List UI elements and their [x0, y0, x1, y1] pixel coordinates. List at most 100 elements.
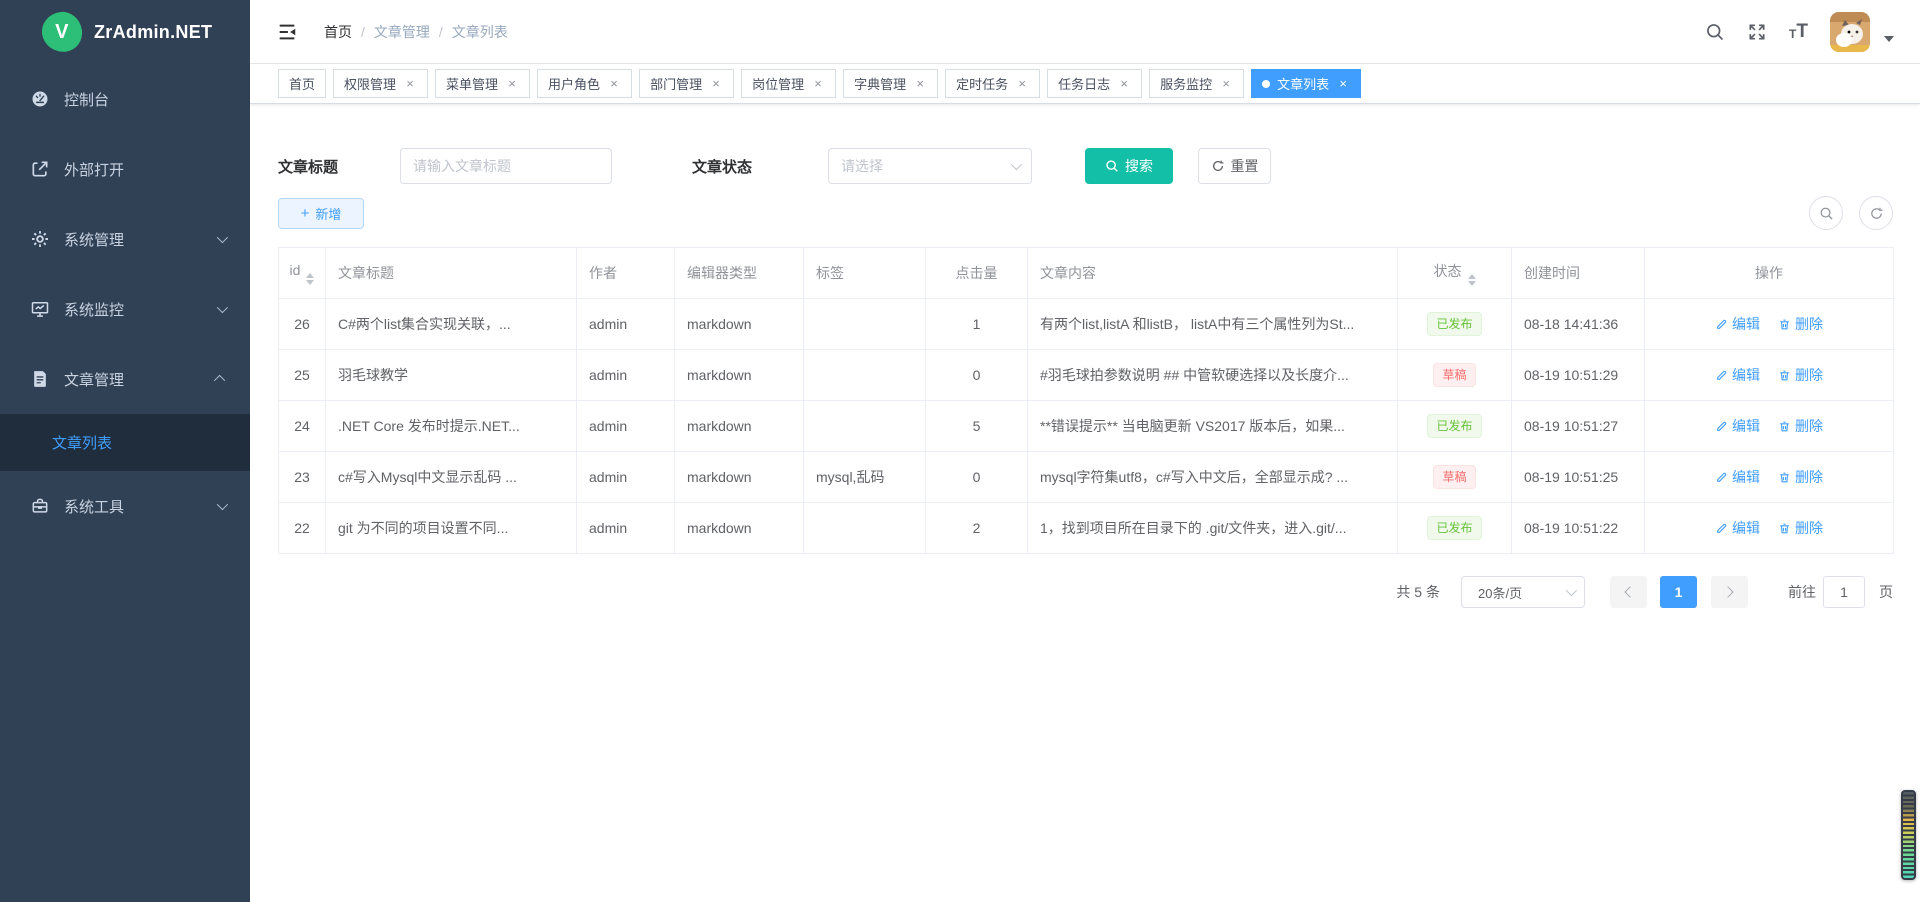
close-icon[interactable] — [403, 77, 417, 91]
cell-author: admin — [577, 350, 675, 401]
cell-editor: markdown — [675, 401, 804, 452]
tab-menu-manage[interactable]: 菜单管理 — [435, 69, 530, 98]
cell-created: 08-19 10:51:29 — [1512, 350, 1645, 401]
edit-button[interactable]: 编辑 — [1715, 365, 1760, 385]
caret-down-icon[interactable] — [1884, 36, 1894, 42]
close-icon[interactable] — [1219, 77, 1233, 91]
sidebar-item-external[interactable]: 外部打开 — [0, 134, 250, 204]
trash-icon — [1778, 522, 1791, 535]
delete-button[interactable]: 删除 — [1778, 314, 1823, 334]
chevron-down-icon — [1566, 585, 1577, 596]
page-size-select[interactable]: 20条/页 — [1461, 576, 1585, 608]
tab-permission[interactable]: 权限管理 — [333, 69, 428, 98]
cell-editor: markdown — [675, 452, 804, 503]
prev-page-button[interactable] — [1610, 576, 1647, 608]
sidebar-item-article-list[interactable]: 文章列表 — [0, 414, 250, 471]
trash-icon — [1778, 369, 1791, 382]
chevron-up-icon — [214, 375, 225, 386]
close-icon[interactable] — [811, 77, 825, 91]
close-icon[interactable] — [1015, 77, 1029, 91]
delete-button[interactable]: 删除 — [1778, 518, 1823, 538]
table-row: 25 羽毛球教学 admin markdown 0 #羽毛球拍参数说明 ## 中… — [279, 350, 1894, 401]
cell-author: admin — [577, 452, 675, 503]
tab-user-role[interactable]: 用户角色 — [537, 69, 632, 98]
tab-department[interactable]: 部门管理 — [639, 69, 734, 98]
sidebar-item-dashboard[interactable]: 控制台 — [0, 64, 250, 134]
sidebar-item-label: 系统工具 — [64, 496, 124, 517]
close-icon[interactable] — [505, 77, 519, 91]
color-level-indicator — [1901, 790, 1916, 880]
tab-article-list[interactable]: 文章列表 — [1251, 69, 1361, 98]
cell-author: admin — [577, 299, 675, 350]
cell-hits: 5 — [926, 401, 1028, 452]
goto-label: 前往 — [1788, 582, 1816, 602]
article-status-select[interactable]: 请选择 — [828, 148, 1032, 184]
cell-title: .NET Core 发布时提示.NET... — [326, 401, 577, 452]
page-unit-label: 页 — [1879, 582, 1893, 602]
search-button[interactable]: 搜索 — [1085, 148, 1173, 184]
add-button[interactable]: + 新增 — [278, 198, 364, 229]
sidebar-item-article-manage[interactable]: 文章管理 — [0, 344, 250, 414]
cell-id: 26 — [279, 299, 326, 350]
edit-button[interactable]: 编辑 — [1715, 518, 1760, 538]
sidebar-fold-icon[interactable] — [276, 21, 298, 43]
chevron-down-icon — [1011, 159, 1022, 170]
tab-post-manage[interactable]: 岗位管理 — [741, 69, 836, 98]
sort-icon[interactable] — [1468, 274, 1476, 286]
cell-content: 1，找到项目所在目录下的 .git/文件夹，进入.git/... — [1028, 503, 1398, 554]
avatar[interactable] — [1830, 12, 1870, 52]
tab-task-log[interactable]: 任务日志 — [1047, 69, 1142, 98]
next-page-button[interactable] — [1711, 576, 1748, 608]
edit-button[interactable]: 编辑 — [1715, 416, 1760, 436]
delete-button[interactable]: 删除 — [1778, 467, 1823, 487]
breadcrumb-home[interactable]: 首页 — [324, 22, 352, 42]
delete-button[interactable]: 删除 — [1778, 365, 1823, 385]
tab-service-monitor[interactable]: 服务监控 — [1149, 69, 1244, 98]
cell-id: 23 — [279, 452, 326, 503]
search-icon — [1105, 159, 1119, 173]
trash-icon — [1778, 420, 1791, 433]
table-row: 24 .NET Core 发布时提示.NET... admin markdown… — [279, 401, 1894, 452]
refresh-button[interactable] — [1859, 196, 1893, 230]
tab-home[interactable]: 首页 — [278, 69, 326, 98]
sidebar-item-system-manage[interactable]: 系统管理 — [0, 204, 250, 274]
close-icon[interactable] — [709, 77, 723, 91]
refresh-icon — [1869, 206, 1884, 221]
sort-icon[interactable] — [306, 273, 314, 285]
column-header-id[interactable]: id — [279, 248, 326, 299]
status-badge: 已发布 — [1427, 312, 1481, 336]
sidebar-item-system-monitor[interactable]: 系统监控 — [0, 274, 250, 344]
delete-button[interactable]: 删除 — [1778, 416, 1823, 436]
chevron-down-icon — [217, 232, 228, 243]
monitor-icon — [30, 299, 50, 319]
column-header-status[interactable]: 状态 — [1398, 248, 1512, 299]
table-toolbar: + 新增 — [278, 196, 1893, 230]
page-number-1[interactable]: 1 — [1660, 576, 1697, 608]
edit-button[interactable]: 编辑 — [1715, 314, 1760, 334]
toggle-search-button[interactable] — [1809, 196, 1843, 230]
navbar: 首页 / 文章管理 / 文章列表 TT — [250, 0, 1920, 64]
goto-page-input[interactable] — [1823, 576, 1865, 608]
tab-scheduled-task[interactable]: 定时任务 — [945, 69, 1040, 98]
sidebar-item-label: 文章管理 — [64, 369, 124, 390]
fullscreen-icon[interactable] — [1747, 22, 1767, 42]
cell-status: 已发布 — [1398, 299, 1512, 350]
pencil-icon — [1715, 369, 1728, 382]
document-icon — [30, 369, 50, 389]
sidebar-item-label: 文章列表 — [52, 432, 112, 453]
breadcrumb-separator: / — [361, 24, 365, 40]
edit-button[interactable]: 编辑 — [1715, 467, 1760, 487]
font-size-icon[interactable]: TT — [1789, 22, 1808, 41]
search-icon[interactable] — [1705, 22, 1725, 42]
tab-dict-manage[interactable]: 字典管理 — [843, 69, 938, 98]
close-icon[interactable] — [913, 77, 927, 91]
brand[interactable]: V ZrAdmin.NET — [0, 0, 250, 64]
close-icon[interactable] — [1117, 77, 1131, 91]
search-icon — [1819, 206, 1834, 221]
sidebar-item-system-tools[interactable]: 系统工具 — [0, 471, 250, 541]
main-area: 首页 / 文章管理 / 文章列表 TT 首 — [250, 0, 1920, 902]
article-title-input[interactable] — [400, 148, 612, 184]
reset-button[interactable]: 重置 — [1198, 148, 1271, 184]
close-icon[interactable] — [1336, 77, 1350, 91]
close-icon[interactable] — [607, 77, 621, 91]
